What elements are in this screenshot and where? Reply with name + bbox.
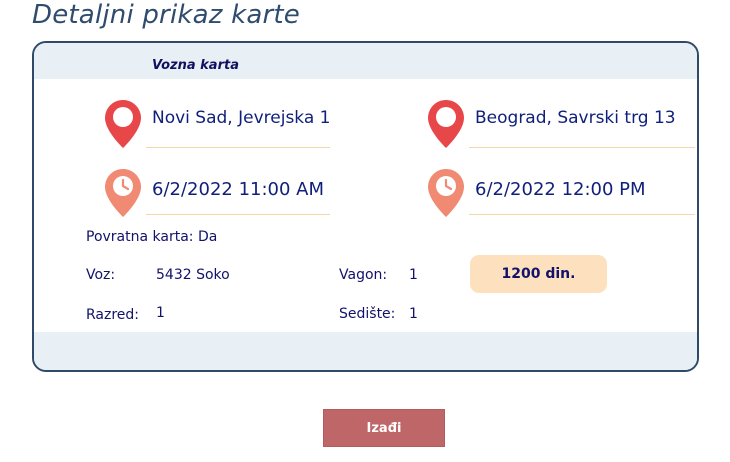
card-header: Vozna karta <box>34 43 697 79</box>
departure-location-value: Novi Sad, Jevrejska 1 <box>152 108 331 128</box>
card-footer <box>34 332 697 370</box>
arrival-time-underline <box>469 214 695 215</box>
wagon-label: Vagon: <box>339 267 388 283</box>
clock-pin-icon <box>105 169 141 217</box>
seat-value: 1 <box>409 306 418 322</box>
departure-time-value: 6/2/2022 11:00 AM <box>152 179 325 200</box>
departure-location-field: Novi Sad, Jevrejska 1 <box>104 99 364 153</box>
clock-pin-icon <box>428 169 464 217</box>
arrival-location-underline <box>469 147 695 148</box>
price-badge: 1200 din. <box>470 255 607 293</box>
arrival-location-field: Beograd, Savrski trg 13 <box>427 99 695 153</box>
page-title: Detaljni prikaz karte <box>32 0 300 30</box>
map-pin-icon <box>428 100 464 148</box>
train-value: 5432 Soko <box>156 267 230 283</box>
arrival-time-field: 6/2/2022 12:00 PM <box>427 168 695 222</box>
class-value: 1 <box>156 305 165 321</box>
arrival-location-value: Beograd, Savrski trg 13 <box>475 108 676 128</box>
map-pin-icon <box>105 100 141 148</box>
seat-label: Sedište: <box>339 306 396 322</box>
exit-button[interactable]: Izađi <box>323 409 445 447</box>
departure-location-underline <box>146 147 330 148</box>
class-label: Razred: <box>86 307 140 323</box>
ticket-type-label: Vozna karta <box>152 58 239 73</box>
departure-time-underline <box>146 214 330 215</box>
ticket-card: Vozna karta Novi Sad, Jevrejska 1 Beogra… <box>32 41 699 372</box>
train-label: Voz: <box>86 267 116 283</box>
arrival-time-value: 6/2/2022 12:00 PM <box>475 179 646 200</box>
departure-time-field: 6/2/2022 11:00 AM <box>104 168 364 222</box>
return-ticket-text: Povratna karta: Da <box>86 229 218 245</box>
wagon-value: 1 <box>409 267 418 283</box>
